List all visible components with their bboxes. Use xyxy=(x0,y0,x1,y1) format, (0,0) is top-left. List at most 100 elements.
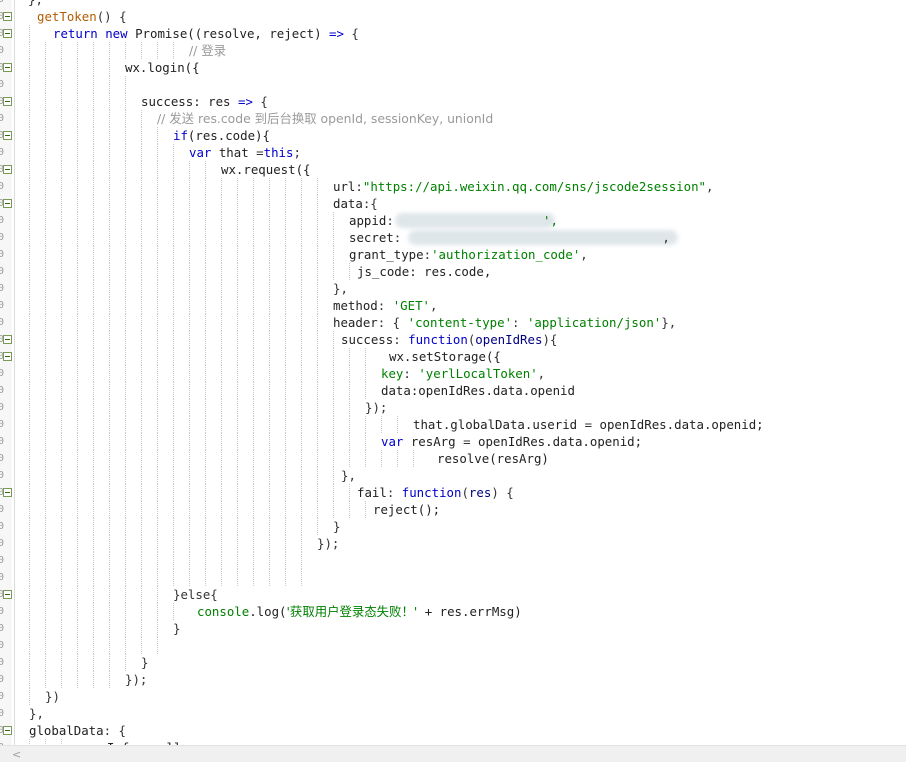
code-line[interactable]: 0}else{ xyxy=(0,586,906,603)
code-line[interactable]: 0 reject(); xyxy=(0,501,906,518)
indent-guide xyxy=(125,314,126,331)
code-token: return xyxy=(53,26,106,41)
fold-toggle-icon[interactable] xyxy=(3,29,12,38)
code-line[interactable]: 0 that.globalData.userid = openIdRes.data… xyxy=(0,416,906,433)
indent-guide xyxy=(77,535,78,552)
fold-toggle-icon[interactable] xyxy=(3,12,12,21)
indent-guide xyxy=(157,501,158,518)
indent-guide xyxy=(93,671,94,688)
code-line[interactable]: 0if(res.code){ xyxy=(0,127,906,144)
fold-toggle-icon[interactable] xyxy=(3,165,12,174)
code-line[interactable]: 0 // 登录 xyxy=(0,42,906,59)
fold-toggle-icon[interactable] xyxy=(3,590,12,599)
code-line[interactable]: 0success: function(openIdRes){ xyxy=(0,331,906,348)
code-line[interactable]: 0 xyxy=(0,569,906,586)
code-text: var resArg = openIdRes.data.openid; xyxy=(381,433,642,450)
indent-guide xyxy=(77,603,78,620)
code-line[interactable]: 0 data:openIdRes.data.openid xyxy=(0,382,906,399)
horizontal-scrollbar[interactable]: < xyxy=(0,745,906,762)
code-line[interactable]: 0}); xyxy=(0,535,906,552)
code-line[interactable]: 0} xyxy=(0,518,906,535)
code-line[interactable]: 0 method: 'GET', xyxy=(0,297,906,314)
code-line[interactable]: 0 resolve(resArg) xyxy=(0,450,906,467)
fold-toggle-icon[interactable] xyxy=(3,97,12,106)
code-text: header: { 'content-type': 'application/j… xyxy=(333,314,676,331)
indent-guide xyxy=(221,212,222,229)
code-line[interactable]: 0 js_code: res.code, xyxy=(0,263,906,280)
fold-toggle-icon[interactable] xyxy=(3,199,12,208)
code-line[interactable]: 0}, xyxy=(0,0,906,8)
code-line[interactable]: 0 grant_type:'authorization_code', xyxy=(0,246,906,263)
code-line[interactable]: 0} xyxy=(0,620,906,637)
code-line[interactable]: 0wx.login({ xyxy=(0,59,906,76)
code-line[interactable]: 0 appid: ', xyxy=(0,212,906,229)
code-line[interactable]: 0 header: { 'content-type': 'application/… xyxy=(0,314,906,331)
code-token: secret xyxy=(349,230,394,245)
code-line[interactable]: 0 url:"https://api.weixin.qq.com/sns/jsco… xyxy=(0,178,906,195)
code-line[interactable]: 0 xyxy=(0,76,906,93)
code-line[interactable]: 0data:{ xyxy=(0,195,906,212)
indent-guide xyxy=(45,348,46,365)
code-line[interactable]: 0 console.log('获取用户登录态失败！' + res.errMsg) xyxy=(0,603,906,620)
code-line[interactable]: 0 key: 'yerlLocalToken', xyxy=(0,365,906,382)
code-text: }); xyxy=(365,399,387,416)
code-line[interactable]: 0}, xyxy=(0,280,906,297)
code-line[interactable]: 0 xyxy=(0,552,906,569)
line-number: 0 xyxy=(0,606,5,617)
code-editor[interactable]: 0},0getToken() {0return new Promise((res… xyxy=(0,0,906,745)
indent-guide xyxy=(125,331,126,348)
code-line[interactable]: 0}) xyxy=(0,688,906,705)
code-line[interactable]: 0wx.request({ xyxy=(0,161,906,178)
code-line[interactable]: 0wx.setStorage({ xyxy=(0,348,906,365)
indent-guide xyxy=(189,467,190,484)
scroll-left-arrow-icon[interactable]: < xyxy=(12,748,21,761)
code-token: = xyxy=(584,417,593,432)
indent-guide xyxy=(125,144,126,161)
indent-guide xyxy=(173,314,174,331)
code-line[interactable]: 0 var that =this; xyxy=(0,144,906,161)
fold-toggle-icon[interactable] xyxy=(3,335,12,344)
indent-guide xyxy=(93,501,94,518)
indent-guide xyxy=(61,433,62,450)
code-token: : xyxy=(403,366,419,381)
fold-toggle-icon[interactable] xyxy=(3,488,12,497)
indent-guide xyxy=(173,416,174,433)
code-line[interactable]: 0 // 发送 res.code 到后台换取 openId, sessionKey… xyxy=(0,110,906,127)
code-line[interactable]: 0}, xyxy=(0,467,906,484)
code-line[interactable]: 0globalData: { xyxy=(0,722,906,739)
indent-guide xyxy=(157,280,158,297)
code-text: if(res.code){ xyxy=(173,127,270,144)
code-token: }, xyxy=(333,281,348,296)
code-line[interactable]: 0success: res => { xyxy=(0,93,906,110)
code-line[interactable]: 0}); xyxy=(0,399,906,416)
indent-guide xyxy=(125,127,126,144)
code-line[interactable]: 0getToken() { xyxy=(0,8,906,25)
code-line[interactable]: 0 secret: , xyxy=(0,229,906,246)
indent-guide xyxy=(221,484,222,501)
fold-toggle-icon[interactable] xyxy=(3,352,12,361)
code-line[interactable]: 0 var resArg = openIdRes.data.openid; xyxy=(0,433,906,450)
indent-guide xyxy=(157,569,158,586)
code-line[interactable]: 0}, xyxy=(0,705,906,722)
fold-toggle-icon[interactable] xyxy=(3,131,12,140)
indent-guide xyxy=(173,212,174,229)
fold-toggle-icon[interactable] xyxy=(3,726,12,735)
line-number: 0 xyxy=(0,385,5,396)
indent-guide xyxy=(125,569,126,586)
indent-guide xyxy=(45,535,46,552)
code-line[interactable]: 0 xyxy=(0,637,906,654)
indent-guide xyxy=(157,263,158,280)
indent-guide xyxy=(29,535,30,552)
code-line[interactable]: 0}); xyxy=(0,671,906,688)
indent-guide xyxy=(317,195,318,212)
code-token: openIdRes.data.openid; xyxy=(592,417,764,432)
code-token: ', xyxy=(542,213,558,228)
code-line[interactable]: 0return new Promise((resolve, reject) =>… xyxy=(0,25,906,42)
code-line[interactable]: 0} xyxy=(0,654,906,671)
fold-toggle-icon[interactable] xyxy=(3,63,12,72)
indent-guide xyxy=(253,433,254,450)
indent-guide xyxy=(237,263,238,280)
code-line[interactable]: 0fail: function(res) { xyxy=(0,484,906,501)
indent-guide xyxy=(45,110,46,127)
indent-guide xyxy=(125,161,126,178)
